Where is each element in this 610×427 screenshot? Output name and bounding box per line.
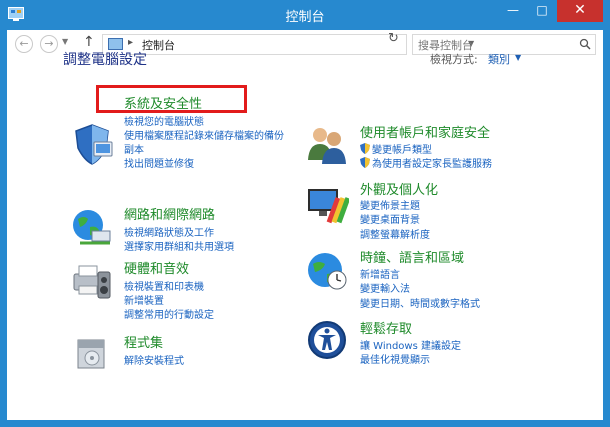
up-arrow-icon: ↑ [83, 34, 95, 50]
link-homegroup-sharing[interactable]: 選擇家用群組和共用選項 [124, 238, 234, 253]
link-add-device[interactable]: 新增裝置 [124, 292, 164, 307]
chevron-down-icon: ▼ [62, 37, 69, 46]
refresh-button[interactable]: ↻ [388, 31, 399, 46]
minimize-button[interactable]: — [498, 0, 528, 22]
link-view-computer-status[interactable]: 檢視您的電腦狀態 [124, 113, 204, 128]
view-by-label: 檢視方式: [430, 53, 478, 66]
link-mobility-settings[interactable]: 調整常用的行動設定 [124, 306, 214, 321]
printer-speaker-icon[interactable] [70, 258, 114, 302]
appearance-monitor-icon[interactable] [305, 183, 349, 227]
link-uninstall-program[interactable]: 解除安裝程式 [124, 352, 184, 367]
forward-arrow-icon: → [44, 37, 54, 50]
breadcrumb-chevron-icon[interactable]: ▸ [128, 37, 133, 48]
link-change-input-method[interactable]: 變更輸入法 [360, 280, 410, 295]
uac-shield-icon [360, 157, 370, 168]
refresh-icon: ↻ [388, 31, 399, 46]
link-devices-printers[interactable]: 檢視裝置和印表機 [124, 278, 204, 293]
category-clock-language-region[interactable]: 時鐘、語言和區域 [360, 247, 464, 266]
user-accounts-icon[interactable] [305, 122, 349, 166]
link-change-date-time-format[interactable]: 變更日期、時間或數字格式 [360, 295, 480, 310]
view-by-dropdown[interactable]: 類別 [488, 51, 510, 67]
title-bar[interactable]: 控制台 — □ ✕ [0, 0, 610, 30]
back-arrow-icon: ← [19, 37, 29, 50]
programs-box-icon[interactable] [70, 330, 114, 374]
red-highlight-box [96, 85, 247, 113]
link-change-theme[interactable]: 變更佈景主題 [360, 197, 420, 212]
link-find-fix-problems[interactable]: 找出問題並修復 [124, 155, 194, 170]
link-optimize-visual-display[interactable]: 最佳化視覺顯示 [360, 351, 430, 366]
recent-locations-dropdown[interactable]: ▼ [62, 37, 68, 46]
search-icon[interactable] [579, 38, 591, 50]
link-file-history-backup-cont[interactable]: 副本 [124, 141, 144, 156]
category-ease-of-access[interactable]: 輕鬆存取 [360, 318, 412, 337]
category-programs[interactable]: 程式集 [124, 332, 163, 351]
link-add-language[interactable]: 新增語言 [360, 266, 400, 281]
clock-globe-icon[interactable] [305, 248, 349, 292]
link-family-safety[interactable]: 為使用者設定家長監護服務 [360, 155, 492, 170]
link-windows-suggest-settings[interactable]: 讓 Windows 建議設定 [360, 337, 461, 352]
link-file-history-backup[interactable]: 使用檔案歷程記錄來儲存檔案的備份 [124, 127, 284, 142]
ease-of-access-icon[interactable] [305, 318, 349, 362]
maximize-button[interactable]: □ [528, 0, 556, 22]
close-button[interactable]: ✕ [557, 0, 603, 22]
uac-shield-icon [360, 143, 370, 154]
link-change-desktop-background[interactable]: 變更桌面背景 [360, 211, 420, 226]
up-button[interactable]: ↑ [83, 34, 95, 50]
forward-button[interactable]: → [40, 35, 58, 53]
link-change-account-type[interactable]: 變更帳戶類型 [360, 141, 432, 156]
link-network-status-tasks[interactable]: 檢視網路狀態及工作 [124, 224, 214, 239]
category-appearance[interactable]: 外觀及個人化 [360, 179, 438, 198]
back-button[interactable]: ← [15, 35, 33, 53]
category-user-accounts[interactable]: 使用者帳戶和家庭安全 [360, 122, 490, 141]
view-by-chevron-icon[interactable]: ▼ [515, 53, 521, 62]
page-title: 調整電腦設定 [63, 52, 147, 68]
category-hardware-sound[interactable]: 硬體和音效 [124, 258, 189, 277]
link-adjust-screen-resolution[interactable]: 調整螢幕解析度 [360, 226, 430, 241]
system-security-shield-icon[interactable] [70, 122, 114, 166]
network-globe-icon[interactable] [70, 205, 114, 249]
category-network-internet[interactable]: 網路和網際網路 [124, 204, 215, 223]
address-bar[interactable]: ▸ 控制台 ▼ [102, 34, 474, 55]
